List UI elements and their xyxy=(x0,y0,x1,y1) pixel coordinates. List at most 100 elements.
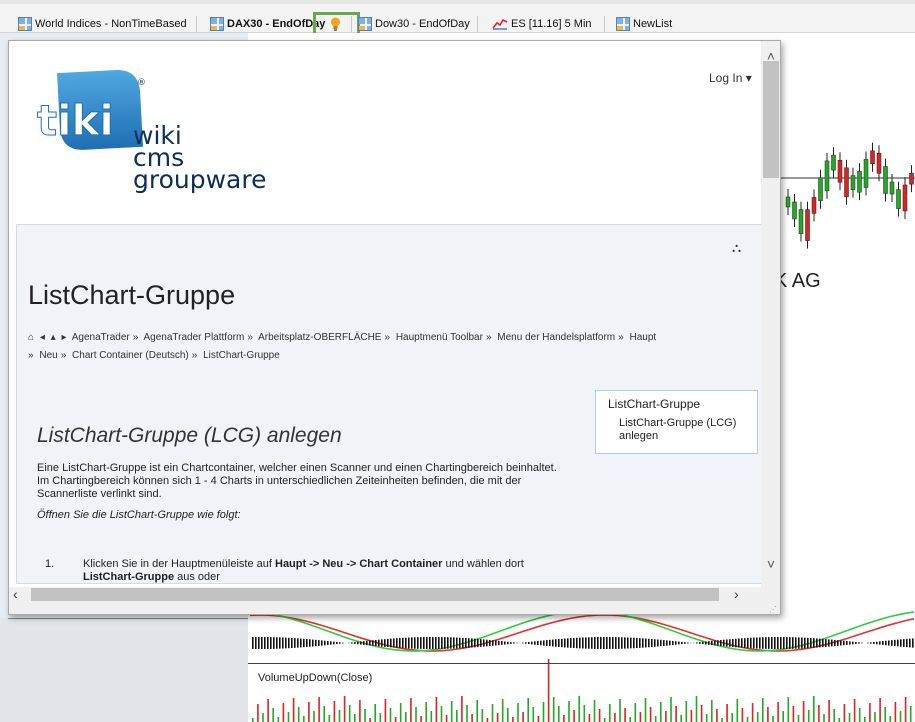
histogram-bar xyxy=(597,637,599,649)
volume-bar xyxy=(501,699,504,722)
scrollbar-thumb[interactable] xyxy=(763,61,779,178)
histogram-bar xyxy=(702,641,704,645)
home-icon[interactable]: ⌂ xyxy=(28,332,34,343)
histogram-bar xyxy=(399,638,401,648)
volume-bar xyxy=(481,709,484,722)
histogram-bar xyxy=(261,637,263,649)
histogram-bar xyxy=(618,637,620,649)
horizontal-scrollbar[interactable]: ‹ › xyxy=(9,587,761,602)
histogram-bar xyxy=(384,639,386,647)
histogram-bar xyxy=(558,639,560,647)
breadcrumb-link[interactable]: Arbeitsplatz-OBERFLÄCHE xyxy=(258,332,381,343)
histogram-bar xyxy=(576,637,578,649)
back-arrow-icon[interactable]: ◂ xyxy=(40,332,45,343)
tab-newlist[interactable]: NewList xyxy=(612,14,676,33)
histogram-bar xyxy=(528,641,530,645)
scroll-down-arrow-icon[interactable]: ˅ xyxy=(763,557,779,571)
histogram-bar xyxy=(306,639,308,647)
candle xyxy=(785,196,791,208)
tab-divider xyxy=(604,16,605,32)
volume-bar xyxy=(461,696,463,722)
volume-bar xyxy=(762,698,764,722)
scrollbar-thumb[interactable] xyxy=(31,588,719,601)
volume-bar xyxy=(486,718,489,722)
wiki-page-content: Log In ▾ tiki ® wiki cms groupware ⛬ Lis… xyxy=(9,41,761,587)
histogram-bar xyxy=(651,638,653,648)
toc-link[interactable]: ListChart-Gruppe (LCG) anlegen xyxy=(619,417,745,443)
histogram-bar xyxy=(726,639,728,647)
histogram-bar xyxy=(696,642,698,644)
tab-dow30[interactable]: Dow30 - EndOfDay xyxy=(354,14,474,33)
vertical-scrollbar[interactable]: ˄ ˅ xyxy=(761,41,780,587)
histogram-bar xyxy=(426,637,428,649)
volume-bar xyxy=(751,703,754,722)
histogram-bar xyxy=(699,642,701,644)
histogram-bar xyxy=(417,637,419,649)
volume-bar xyxy=(399,703,402,722)
breadcrumb-link[interactable]: Haupt xyxy=(629,332,656,343)
tab-label: Dow30 - EndOfDay xyxy=(375,17,470,30)
histogram-bar xyxy=(465,638,467,648)
grid-icon xyxy=(18,16,32,31)
histogram-bar xyxy=(747,637,749,649)
up-arrow-icon[interactable]: ▴ xyxy=(51,332,56,343)
svg-text:®: ® xyxy=(137,78,146,88)
histogram-bar xyxy=(507,641,509,645)
histogram-bar xyxy=(378,639,380,647)
histogram-bar xyxy=(534,641,536,645)
volume-bar xyxy=(456,710,458,722)
volume-bar xyxy=(542,702,545,722)
volume-bar xyxy=(721,718,723,722)
histogram-bar xyxy=(288,637,290,649)
article-panel: ⛬ ListChart-Gruppe ⌂ ◂ ▴ ▸ AgenaTrader» … xyxy=(16,224,761,584)
tab-label: NewList xyxy=(633,17,673,30)
tab-es-5min[interactable]: ES [11.16] 5 Min xyxy=(488,14,596,33)
histogram-bar xyxy=(624,637,626,649)
histogram-bar xyxy=(681,641,683,645)
histogram-bar xyxy=(279,637,281,649)
breadcrumb-link[interactable]: Neu xyxy=(39,350,57,361)
breadcrumb-link[interactable]: AgenaTrader xyxy=(72,332,130,343)
candle xyxy=(876,152,882,174)
breadcrumb-link[interactable]: AgenaTrader Plattform xyxy=(144,332,245,343)
scroll-up-arrow-icon[interactable]: ˄ xyxy=(763,49,779,63)
histogram-bar xyxy=(774,637,776,649)
histogram-bar xyxy=(375,639,377,647)
login-dropdown[interactable]: Log In ▾ xyxy=(709,71,752,85)
volume-bar xyxy=(303,716,305,722)
volume-bar xyxy=(629,717,631,722)
candle xyxy=(844,167,849,198)
sitemap-icon[interactable]: ⛬ xyxy=(732,240,741,256)
wiki-help-window[interactable]: Log In ▾ tiki ® wiki cms groupware ⛬ Lis… xyxy=(8,40,781,615)
scroll-right-arrow-icon[interactable]: › xyxy=(734,587,748,602)
histogram-bar xyxy=(648,638,650,648)
breadcrumb-link[interactable]: Hauptmenü Toolbar xyxy=(396,332,483,343)
histogram-bar xyxy=(822,638,824,648)
menu-path: Haupt -> Neu -> Chart Container xyxy=(275,558,443,570)
tab-world-indices[interactable]: World Indices - NonTimeBased xyxy=(14,14,191,33)
histogram-bar xyxy=(474,638,476,648)
tiki-logo[interactable]: tiki ® wiki cms groupware xyxy=(29,63,269,208)
histogram-bar xyxy=(909,638,911,648)
volume-bar xyxy=(578,696,580,722)
volume-bar xyxy=(328,715,331,722)
breadcrumb-link[interactable]: Chart Container (Deutsch) xyxy=(72,350,189,361)
histogram-bar xyxy=(819,638,821,648)
panel-divider xyxy=(8,618,248,619)
resize-grip-icon[interactable]: ⋰ xyxy=(769,605,777,614)
histogram-bar xyxy=(573,637,575,649)
histogram-bar xyxy=(753,637,755,649)
volume-bar xyxy=(869,703,871,722)
chart-instrument-name: K AG xyxy=(774,270,821,292)
histogram-bar xyxy=(723,639,725,647)
histogram-bar xyxy=(600,637,602,649)
forward-arrow-icon[interactable]: ▸ xyxy=(61,332,66,343)
volume-bar xyxy=(853,699,856,722)
scroll-left-arrow-icon[interactable]: ‹ xyxy=(13,587,27,602)
tab-dax30[interactable]: DAX30 - EndOfDay xyxy=(206,14,329,33)
volume-bar xyxy=(583,705,586,722)
volume-bar xyxy=(792,706,795,722)
login-label: Log In xyxy=(709,71,743,85)
breadcrumb-current[interactable]: ListChart-Gruppe xyxy=(203,350,280,361)
breadcrumb-link[interactable]: Menu der Handelsplatform xyxy=(497,332,615,343)
